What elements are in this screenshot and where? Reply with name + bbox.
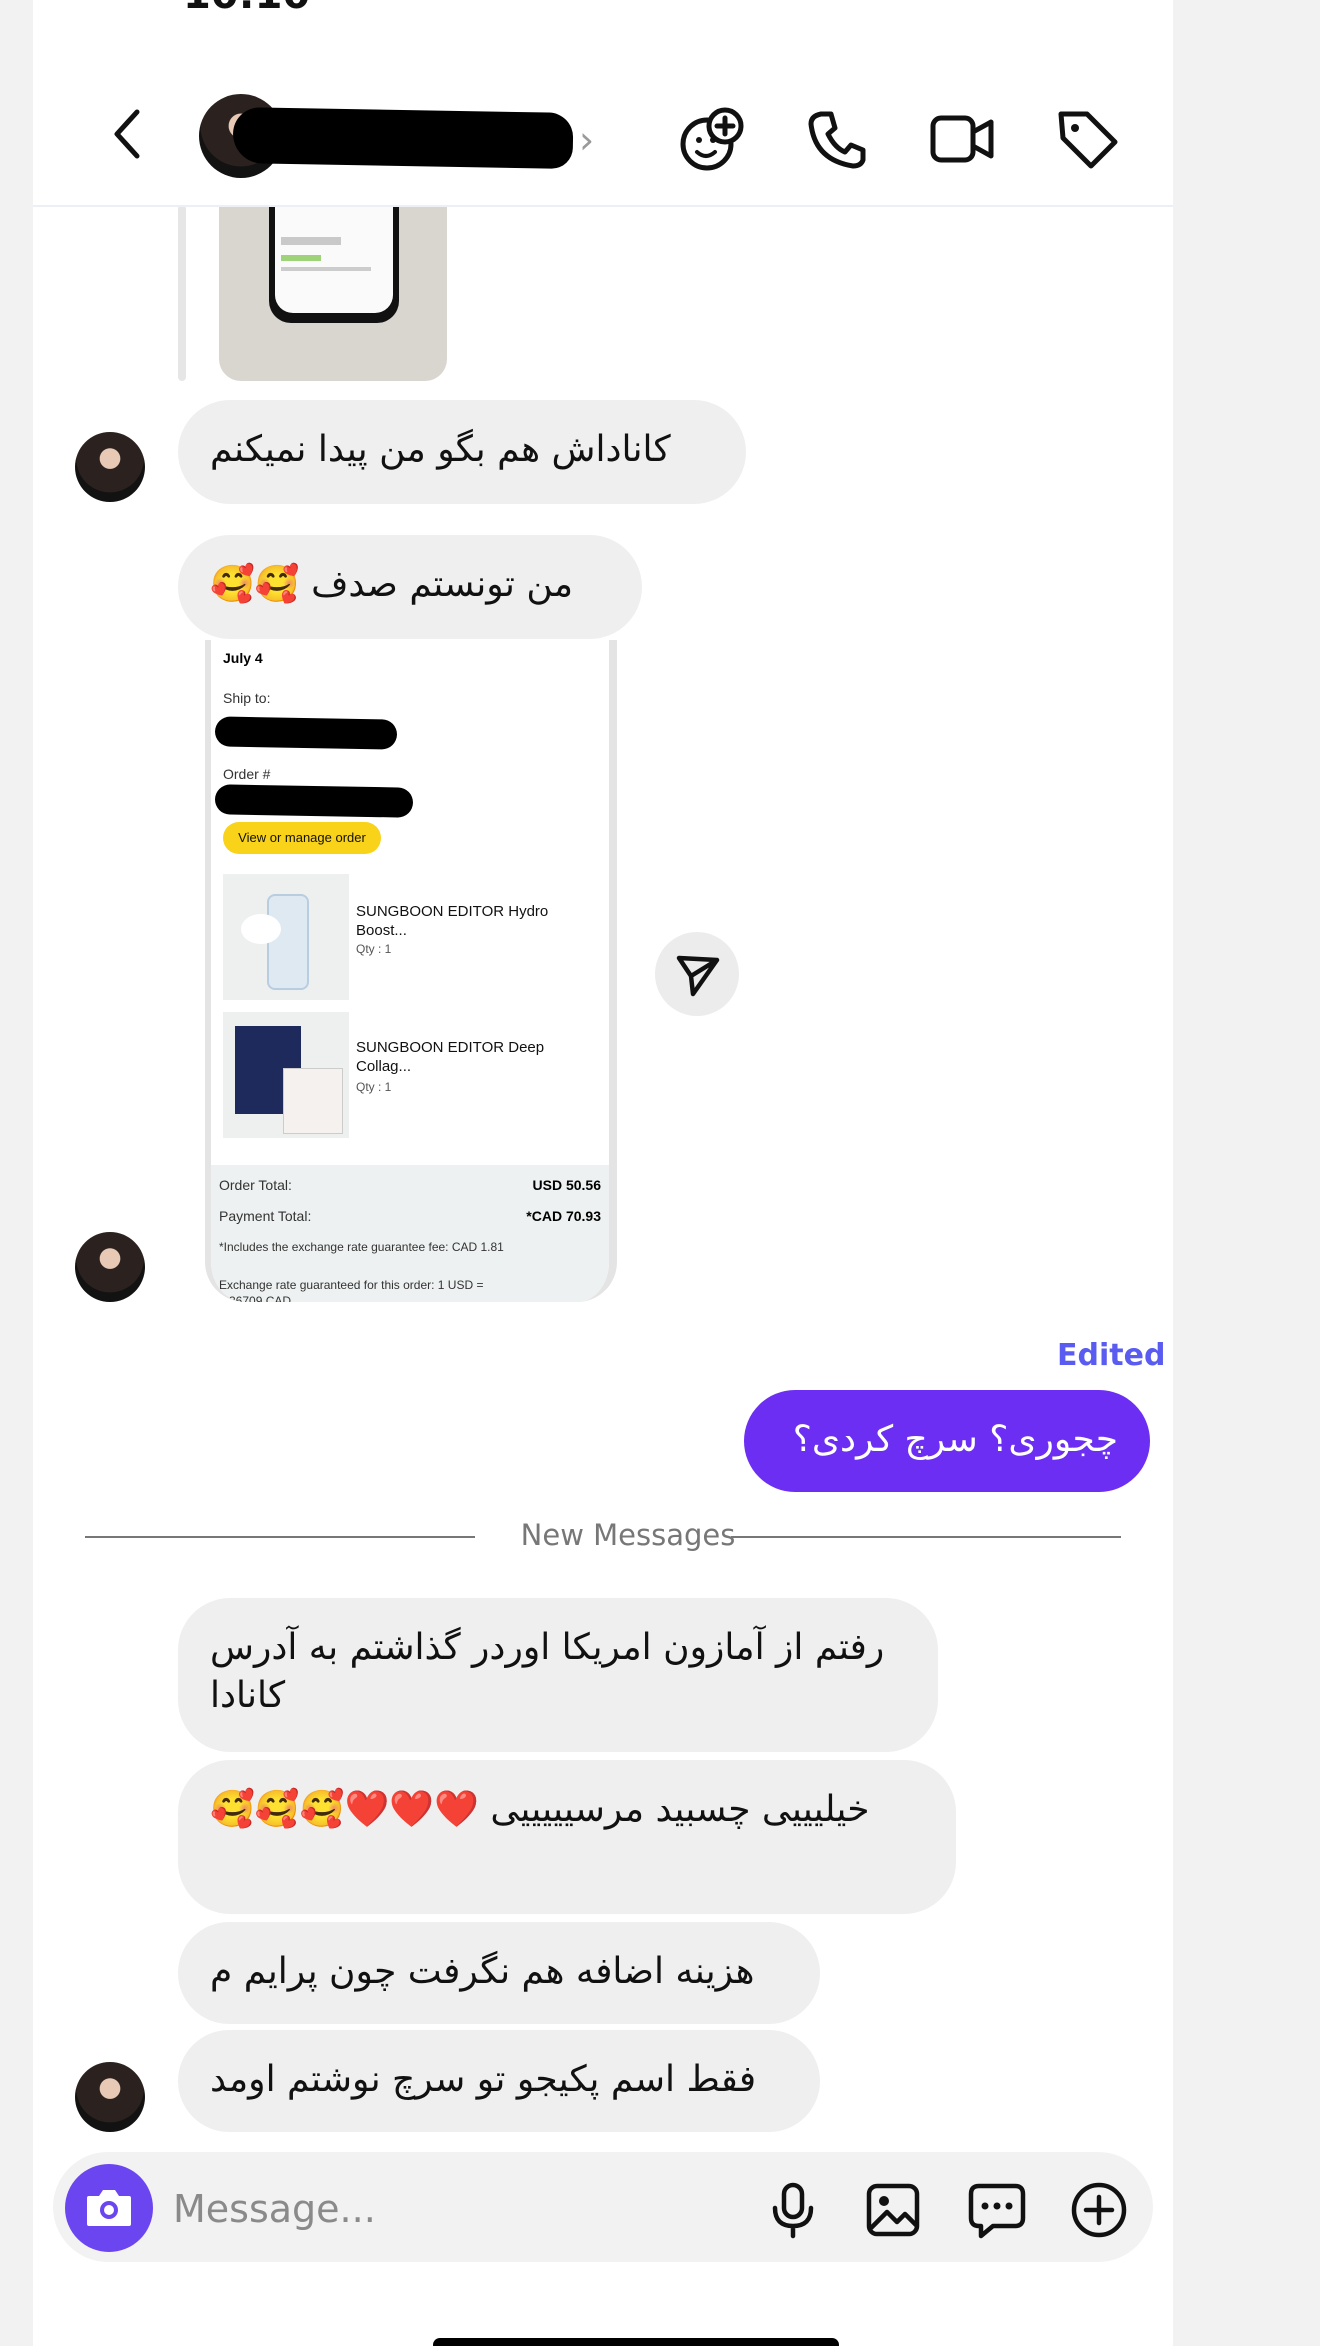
- redacted-order-number: [214, 784, 414, 818]
- plus-circle-icon: [1071, 2182, 1127, 2238]
- receipt-ship-to-label: Ship to:: [223, 690, 271, 706]
- divider-line: [85, 1536, 475, 1538]
- divider-line: [731, 1536, 1121, 1538]
- contact-chevron-icon[interactable]: ›: [579, 118, 594, 162]
- order-total-value: USD 50.56: [532, 1177, 601, 1193]
- receipt-totals: Order Total: USD 50.56 Payment Total: *C…: [211, 1165, 609, 1302]
- video-icon: [930, 115, 994, 163]
- product-name: SUNGBOON EDITOR Deep Collag...: [356, 1039, 545, 1075]
- gallery-button[interactable]: [863, 2180, 923, 2240]
- sticker-add-button[interactable]: [677, 104, 747, 174]
- message-bubble[interactable]: هزینه اضافه هم نگرفت چون پرایم م: [178, 1922, 820, 2024]
- home-indicator[interactable]: [433, 2338, 839, 2346]
- sender-avatar[interactable]: [75, 1232, 145, 1302]
- message-bubble[interactable]: کاناداش هم بگو من پیدا نمیکنم: [178, 400, 746, 504]
- fee-note: *Includes the exchange rate guarantee fe…: [219, 1240, 504, 1254]
- message-bubble[interactable]: خیلیییی چسبید مرسیییییی ❤️❤️❤️🥰🥰🥰: [178, 1760, 956, 1914]
- receipt-order-label: Order #: [223, 766, 271, 782]
- edited-label: Edited: [1057, 1338, 1166, 1373]
- message-bubble[interactable]: من تونستم صدف 🥰🥰: [178, 535, 642, 639]
- sender-avatar[interactable]: [75, 2062, 145, 2132]
- reply-indicator-line: [178, 205, 186, 381]
- quick-reply-button[interactable]: [967, 2180, 1027, 2240]
- product-thumbnail: [223, 1012, 349, 1138]
- redacted-address: [214, 716, 398, 750]
- manage-order-button[interactable]: View or manage order: [223, 822, 381, 854]
- product-name: SUNGBOON EDITOR Hydro Boost...: [356, 903, 549, 939]
- back-button[interactable]: [99, 104, 159, 164]
- tag-icon: [1058, 111, 1118, 169]
- status-time: 10:10: [183, 0, 310, 18]
- message-composer: [53, 2152, 1153, 2262]
- message-bubble[interactable]: فقط اسم پکیجو تو سرچ نوشتم اومد: [178, 2030, 820, 2132]
- tag-button[interactable]: [1053, 104, 1123, 174]
- contact-name-redacted[interactable]: [232, 107, 574, 169]
- message-bubble-outgoing[interactable]: چجوری؟ سرچ کردی؟: [744, 1390, 1150, 1492]
- product-thumbnail: [223, 874, 349, 1000]
- phone-icon: [808, 111, 866, 169]
- message-input[interactable]: [171, 2180, 575, 2238]
- shared-screenshot-image[interactable]: [219, 205, 447, 381]
- gallery-icon: [866, 2183, 920, 2237]
- share-button[interactable]: [655, 932, 739, 1016]
- receipt-arriving-date: July 4: [223, 650, 263, 666]
- order-total-label: Order Total:: [219, 1177, 292, 1193]
- microphone-icon: [772, 2182, 814, 2239]
- payment-total-value: *CAD 70.93: [526, 1208, 601, 1224]
- call-button[interactable]: [803, 104, 873, 174]
- voice-button[interactable]: [763, 2180, 823, 2240]
- sticker-add-icon: [680, 107, 744, 171]
- camera-icon: [87, 2190, 131, 2226]
- sender-avatar[interactable]: [75, 432, 145, 502]
- video-call-button[interactable]: [927, 104, 997, 174]
- rate-note: Exchange rate guaranteed for this order:…: [219, 1278, 484, 1302]
- chat-header: ›: [33, 60, 1173, 207]
- more-options-button[interactable]: [1069, 2180, 1129, 2240]
- new-messages-divider: New Messages: [520, 1518, 736, 1552]
- message-bubble[interactable]: رفتم از آمازون امریکا اوردر گذاشتم به آد…: [178, 1598, 938, 1752]
- camera-button[interactable]: [65, 2164, 153, 2252]
- order-receipt-image[interactable]: July 4 Ship to: Order # View or manage o…: [205, 640, 617, 1302]
- back-arrow-icon: [114, 109, 140, 159]
- product-qty: Qty : 1: [356, 1080, 392, 1094]
- chat-bubble-icon: [968, 2183, 1026, 2239]
- chat-screen: 10:10 ›: [33, 0, 1173, 2346]
- payment-total-label: Payment Total:: [219, 1208, 312, 1224]
- send-icon: [676, 955, 720, 997]
- product-qty: Qty : 1: [356, 942, 392, 956]
